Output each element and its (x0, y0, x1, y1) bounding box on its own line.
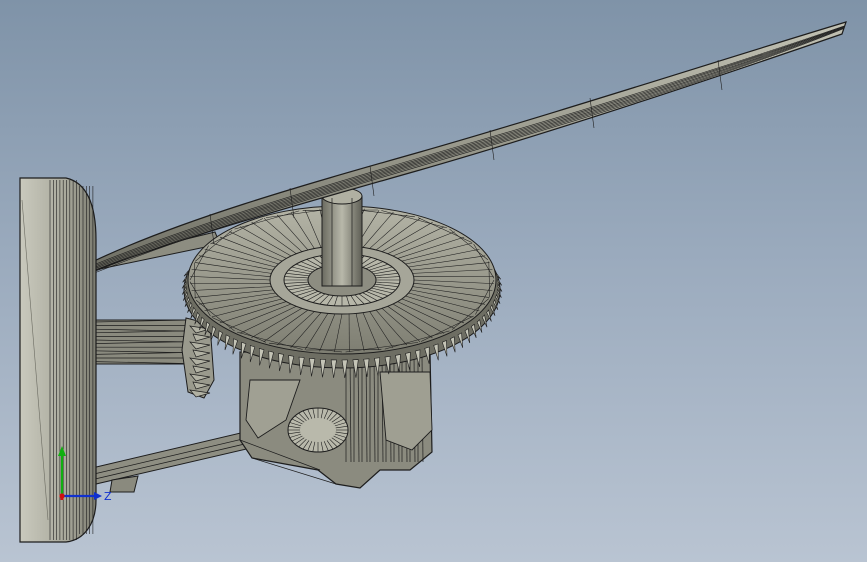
assembly-model-view: Z (19, 21, 847, 543)
gear-housing[interactable] (239, 351, 433, 489)
pinion-shaft[interactable] (91, 319, 193, 365)
cad-3d-viewport[interactable]: Z (0, 0, 867, 562)
hub-shaft[interactable] (321, 187, 363, 287)
wall-mount-plate[interactable] (19, 177, 97, 543)
z-axis-label: Z (104, 490, 112, 503)
